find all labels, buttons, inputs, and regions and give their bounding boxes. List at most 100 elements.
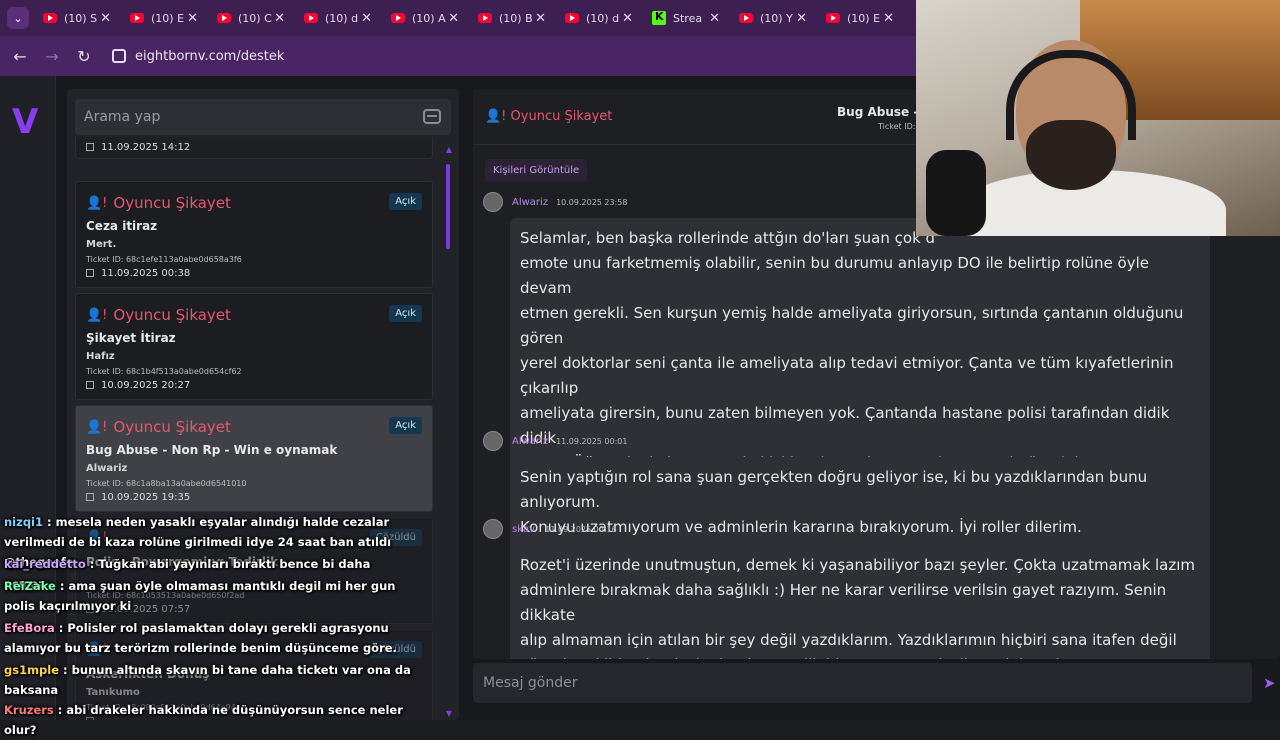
ticket-date-row: 10.09.2025 20:27 — [86, 380, 190, 391]
stream-chat-line: EfeBora : Polisler rol paslamaktan dolay… — [4, 618, 414, 658]
scrollbar-thumb[interactable] — [446, 164, 450, 249]
ticket-subject: Ceza itiraz — [86, 219, 158, 233]
ticket-user: Hafız — [86, 351, 115, 362]
microphone — [926, 150, 986, 236]
chat-username: nizqi1 — [4, 515, 43, 529]
message-input[interactable] — [473, 663, 1252, 703]
view-people-button[interactable]: Kişileri Görüntüle — [485, 159, 588, 182]
message-header: Alwariz 11.09.2025 00:01 — [483, 431, 1223, 451]
forward-arrow-icon[interactable]: → — [36, 47, 68, 66]
browser-tab[interactable]: (10) Y ✕ — [734, 4, 821, 32]
calendar-icon — [86, 493, 94, 501]
ticket-category: 👤! Oyuncu Şikayet — [86, 418, 231, 436]
tab-title: (10) E — [847, 11, 881, 25]
close-tab-icon[interactable]: ✕ — [535, 11, 546, 26]
back-arrow-icon[interactable]: ← — [4, 47, 36, 66]
ticket-card[interactable]: 👤! Oyuncu Şikayet Açık Şikayet İtiraz Haf… — [75, 293, 433, 400]
message-author[interactable]: Alwariz — [512, 197, 548, 208]
chat-ticket-id: Ticket ID: — [878, 122, 916, 131]
ticket-date-row: 11.09.2025 00:38 — [86, 268, 190, 279]
tab-title: (10) Y — [760, 11, 793, 25]
ticket-category-label: Oyuncu Şikayet — [113, 418, 231, 436]
youtube-favicon-icon — [304, 13, 318, 23]
tab-title: (10) E — [151, 11, 185, 25]
send-icon[interactable]: ➤ — [1263, 674, 1276, 692]
browser-tab[interactable]: Strea ✕ — [647, 4, 734, 32]
stream-chat-line: ReiZake : ama şuan öyle olmaması mantıkl… — [4, 576, 414, 616]
tab-title: (10) S — [64, 11, 98, 25]
message-line: etmen gerekli. Sen kurşun yemiş halde am… — [520, 304, 1184, 347]
youtube-favicon-icon — [217, 13, 231, 23]
ticket-date-row: 10.09.2025 19:35 — [86, 492, 190, 503]
close-tab-icon[interactable]: ✕ — [709, 11, 720, 26]
site-info-icon[interactable] — [112, 49, 126, 63]
browser-tab[interactable]: (10) d ✕ — [560, 4, 647, 32]
url-field[interactable]: eightbornv.com/destek — [112, 49, 284, 64]
ticket-subject: Şikayet İtiraz — [86, 331, 176, 345]
tab-search-chevron-icon[interactable]: ⌄ — [7, 7, 29, 29]
ticket-date: 11.09.2025 14:12 — [101, 142, 191, 153]
stream-chat-line: gs1mple : bunun altında skavın bi tane d… — [4, 660, 414, 700]
tab-title: (10) C — [238, 11, 272, 25]
message-line: Senin yaptığın rol sana şuan gerçekten d… — [520, 468, 1148, 511]
tab-title: (10) d — [586, 11, 620, 25]
ticket-partial-date: 11.09.2025 14:12 — [75, 137, 433, 159]
message-author[interactable]: skav. — [512, 524, 537, 535]
scroll-down-icon[interactable]: ▼ — [446, 709, 452, 718]
chat-username: gs1mple — [4, 663, 60, 677]
close-tab-icon[interactable]: ✕ — [796, 11, 807, 26]
reload-icon[interactable]: ↻ — [68, 47, 100, 66]
avatar[interactable] — [483, 519, 503, 539]
avatar[interactable] — [483, 192, 503, 212]
browser-tab[interactable]: (10) B ✕ — [473, 4, 560, 32]
ticket-card[interactable]: 👤! Oyuncu Şikayet Açık Ceza itiraz Mert. … — [75, 181, 433, 288]
ticket-card[interactable]: 👤! Oyuncu Şikayet Açık Bug Abuse - Non Rp… — [75, 405, 433, 512]
browser-tab[interactable]: (10) E ✕ — [821, 4, 908, 32]
ticket-id: Ticket ID: 68c1efe113a0abe0d658a3f6 — [86, 255, 242, 264]
browser-tab[interactable]: (10) S ✕ — [38, 4, 125, 32]
ticket-date: 10.09.2025 20:27 — [101, 380, 191, 391]
ticket-subject: Bug Abuse - Non Rp - Win e oynamak — [86, 443, 338, 457]
browser-tab[interactable]: (10) C ✕ — [212, 4, 299, 32]
message-line: yerel doktorlar seni çanta ile ameliyata… — [520, 354, 1174, 397]
youtube-favicon-icon — [565, 13, 579, 23]
close-tab-icon[interactable]: ✕ — [100, 11, 111, 26]
scroll-up-icon[interactable]: ▲ — [446, 145, 452, 154]
calendar-icon — [86, 269, 94, 277]
chat-text: : Polisler rol paslamaktan dolayı gerekl… — [4, 621, 397, 655]
close-tab-icon[interactable]: ✕ — [274, 11, 285, 26]
chat-username: Kruzers — [4, 703, 54, 717]
ticket-user: Mert. — [86, 239, 117, 250]
search-input[interactable] — [75, 99, 451, 135]
message-line: adminlere bırakmak daha sağlıklı :) Her … — [520, 581, 1167, 624]
brand-logo[interactable]: V — [12, 102, 38, 142]
browser-tab[interactable]: (10) E ✕ — [125, 4, 212, 32]
stream-chat-line: Kruzers : abi drakeler hakkında ne düşün… — [4, 700, 414, 740]
close-tab-icon[interactable]: ✕ — [883, 11, 894, 26]
chat-category-label: Oyuncu Şikayet — [510, 109, 613, 124]
youtube-favicon-icon — [130, 13, 144, 23]
youtube-favicon-icon — [478, 13, 492, 23]
chat-username: ReiZake — [4, 579, 56, 593]
filter-icon[interactable] — [423, 109, 441, 124]
calendar-icon — [86, 143, 94, 151]
avatar[interactable] — [483, 431, 503, 451]
ticket-category-label: Oyuncu Şikayet — [113, 306, 231, 324]
message-line: Rozet'i üzerinde unutmuştun, demek ki ya… — [520, 556, 1196, 574]
youtube-favicon-icon — [391, 13, 405, 23]
message-composer — [473, 663, 1252, 703]
user-alert-icon: 👤! — [485, 109, 507, 124]
message-author[interactable]: Alwariz — [512, 436, 548, 447]
close-tab-icon[interactable]: ✕ — [622, 11, 633, 26]
ticket-date: 10.09.2025 19:35 — [101, 492, 191, 503]
close-tab-icon[interactable]: ✕ — [448, 11, 459, 26]
close-tab-icon[interactable]: ✕ — [361, 11, 372, 26]
youtube-favicon-icon — [826, 13, 840, 23]
tab-title: (10) d — [325, 11, 359, 25]
browser-tab[interactable]: (10) d ✕ — [299, 4, 386, 32]
message-line: alıp almaman için atılan bir şey değil y… — [520, 631, 1177, 649]
ticket-user: Alwariz — [86, 463, 128, 474]
close-tab-icon[interactable]: ✕ — [187, 11, 198, 26]
chat-text: : abi drakeler hakkında ne düşünüyorsun … — [4, 703, 403, 737]
browser-tab[interactable]: (10) A ✕ — [386, 4, 473, 32]
